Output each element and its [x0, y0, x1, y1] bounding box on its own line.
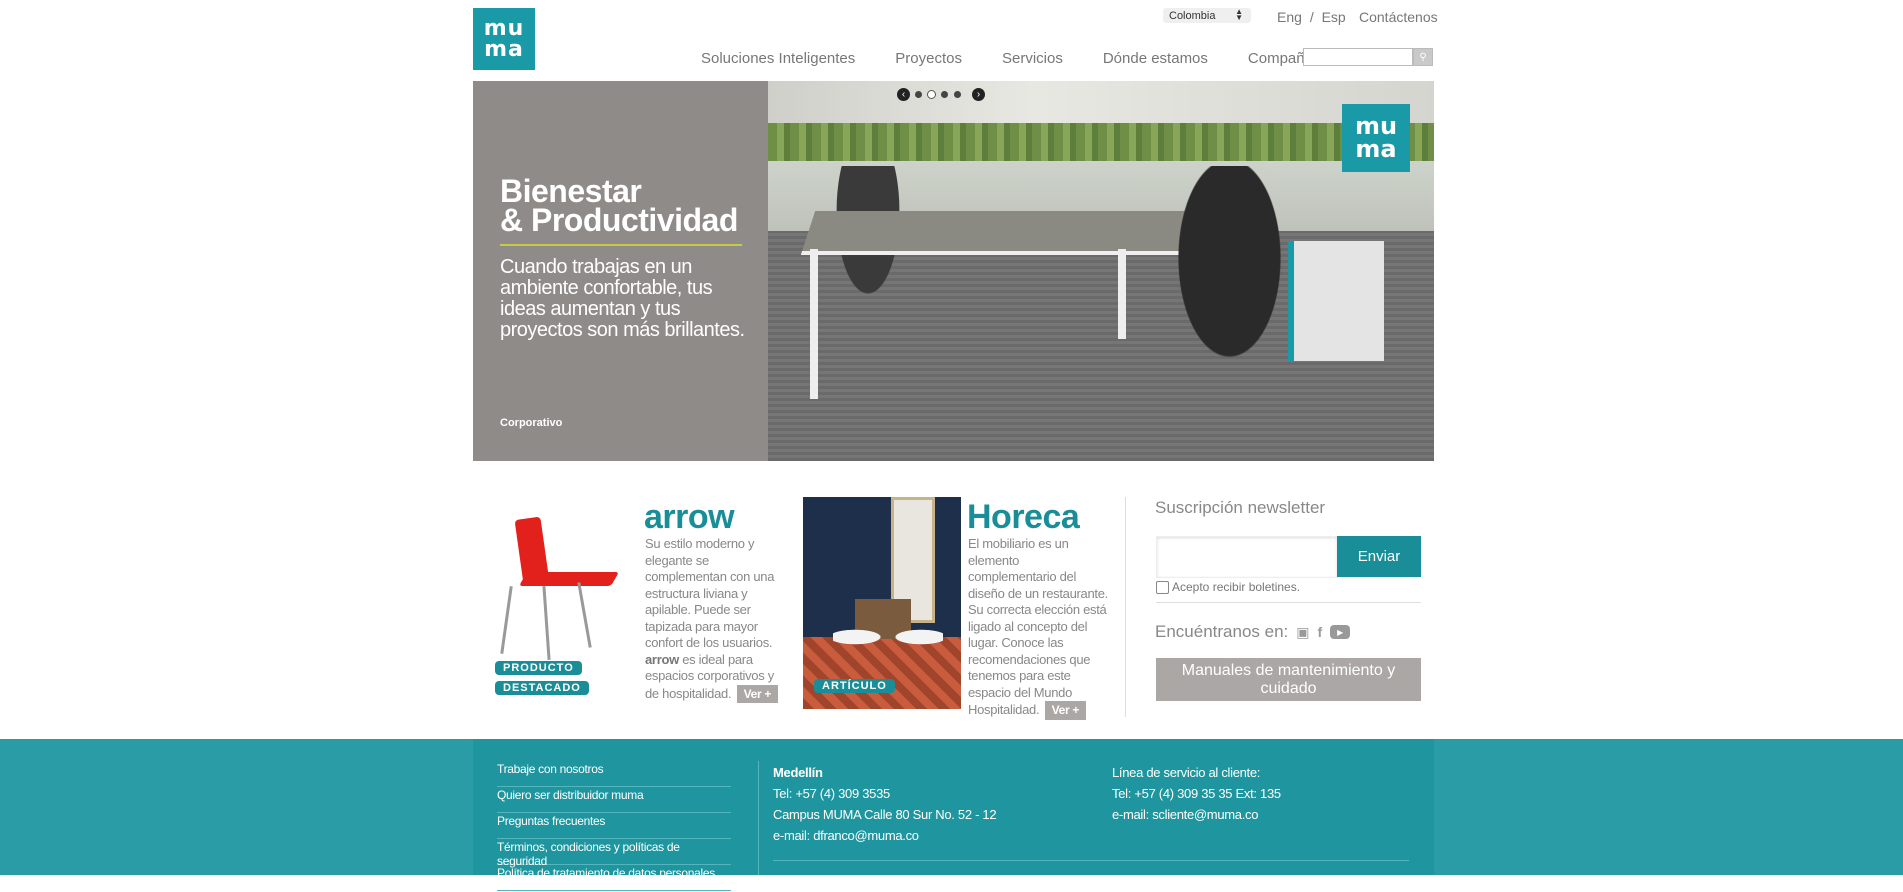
newsletter-consent-label: Acepto recibir boletines.: [1172, 580, 1301, 594]
hero-brand-logo: mu ma: [1342, 104, 1410, 172]
slider-next-icon[interactable]: ›: [972, 88, 985, 101]
image-hedge: [768, 123, 1434, 161]
product-desc-bold: arrow: [645, 651, 679, 667]
newsletter-divider: [1156, 602, 1421, 603]
muma-logo[interactable]: mu ma: [473, 8, 535, 70]
lang-eng-link[interactable]: Eng: [1277, 9, 1302, 25]
nav-item-soluciones[interactable]: Soluciones Inteligentes: [701, 50, 855, 67]
language-switcher: Eng / Esp: [1277, 9, 1346, 25]
youtube-icon[interactable]: ▶: [1330, 625, 1351, 639]
slider-controls: ‹ ›: [897, 88, 985, 101]
footer-divider: [758, 761, 759, 875]
nav-item-servicios[interactable]: Servicios: [1002, 50, 1063, 67]
newsletter-title: Suscripción newsletter: [1155, 498, 1326, 517]
slider-prev-icon[interactable]: ‹: [897, 88, 910, 101]
badge-destacado: DESTACADO: [495, 681, 589, 695]
newsletter-consent: Acepto recibir boletines.: [1156, 580, 1300, 594]
footer-office: Medellín Tel: +57 (4) 309 3535 Campus MU…: [773, 762, 997, 846]
service-tel: Tel: +57 (4) 309 35 35 Ext: 135: [1112, 786, 1281, 801]
service-email[interactable]: e-mail: scliente@muma.co: [1112, 804, 1281, 825]
hero-category-link[interactable]: Corporativo: [500, 417, 562, 429]
footer-hline: [773, 860, 1409, 861]
footer-link-terminos[interactable]: Términos, condiciones y políticas de seg…: [497, 840, 731, 868]
slider-dot-active[interactable]: [927, 90, 936, 99]
product-desc-text: Su estilo moderno y elegante se compleme…: [645, 536, 775, 650]
office-address: Campus MUMA Calle 80 Sur No. 52 - 12: [773, 807, 997, 822]
badge-articulo: ARTÍCULO: [814, 679, 895, 693]
hero-title-line2: & Productividad: [500, 202, 738, 238]
footer-link-faq[interactable]: Preguntas frecuentes: [497, 814, 731, 839]
article-more-button[interactable]: Ver +: [1044, 701, 1087, 720]
slider-dot[interactable]: [953, 90, 962, 99]
image-chair: [1158, 166, 1288, 396]
country-select-value: Colombia: [1169, 9, 1216, 22]
image-desk-leg: [1118, 249, 1126, 339]
office-tel: Tel: +57 (4) 309 3535: [773, 786, 890, 801]
social-links: Encuéntranos en: ▣ f ▶: [1155, 622, 1351, 642]
featured-product-description: Su estilo moderno y elegante se compleme…: [645, 536, 785, 703]
hero-text-panel: Bienestar & Productividad Cuando trabaja…: [473, 81, 768, 461]
image-desk-leg: [810, 249, 818, 399]
product-more-button[interactable]: Ver +: [736, 684, 779, 703]
search-input[interactable]: [1303, 48, 1413, 66]
instagram-icon[interactable]: ▣: [1296, 624, 1309, 641]
select-arrows-icon: ▲ ▼: [1235, 7, 1243, 22]
nav-item-donde-estamos[interactable]: Dónde estamos: [1103, 50, 1208, 67]
hero-logo-bottom: ma: [1355, 135, 1397, 163]
article-description: El mobiliario es un elemento complementa…: [968, 536, 1110, 720]
logo-text-bottom: ma: [484, 37, 524, 62]
article-desc-text: El mobiliario es un elemento complementa…: [968, 536, 1108, 717]
footer-link-distribuidor[interactable]: Quiero ser distribuidor muma: [497, 788, 731, 813]
manuals-button[interactable]: Manuales de mantenimiento y cuidado: [1156, 658, 1421, 701]
footer: Trabaje con nosotros Quiero ser distribu…: [473, 739, 1434, 891]
newsletter-email-input[interactable]: [1156, 536, 1338, 578]
newsletter-consent-checkbox[interactable]: [1156, 580, 1169, 594]
hero-description: Cuando trabajas en un ambiente confortab…: [500, 256, 745, 341]
office-city: Medellín: [773, 765, 823, 780]
slider-dot[interactable]: [914, 90, 923, 99]
footer-link-datos[interactable]: Política de tratamiento de datos persona…: [497, 866, 731, 891]
logo-text-top: mu: [483, 16, 525, 41]
slider-dot[interactable]: [940, 90, 949, 99]
chair-leg: [542, 585, 551, 661]
newsletter-submit-button[interactable]: Enviar: [1337, 536, 1421, 577]
main-nav: Soluciones Inteligentes Proyectos Servic…: [701, 50, 1357, 67]
search-icon: ⚲: [1419, 51, 1427, 63]
chair-leg: [500, 586, 513, 654]
footer-customer-service: Línea de servicio al cliente: Tel: +57 (…: [1112, 762, 1281, 825]
image-chairs: [833, 612, 943, 662]
chair-leg: [577, 582, 592, 648]
social-label: Encuéntranos en:: [1155, 622, 1289, 641]
search-form: ⚲: [1303, 48, 1434, 66]
footer-links: Trabaje con nosotros Quiero ser distribu…: [497, 762, 731, 892]
country-select[interactable]: Colombia ▲ ▼: [1163, 8, 1251, 23]
service-title: Línea de servicio al cliente:: [1112, 765, 1261, 780]
facebook-icon[interactable]: f: [1318, 624, 1323, 640]
image-cabinet: [1288, 241, 1384, 361]
hero-slider: Bienestar & Productividad Cuando trabaja…: [473, 81, 1434, 461]
section-divider: [1125, 497, 1126, 717]
footer-link-trabaje[interactable]: Trabaje con nosotros: [497, 762, 731, 787]
badge-producto: PRODUCTO: [495, 661, 582, 675]
contact-link[interactable]: Contáctenos: [1359, 9, 1438, 25]
article-image[interactable]: [803, 497, 961, 709]
chair-seat: [518, 572, 620, 586]
hero-title: Bienestar & Productividad: [500, 175, 738, 238]
hero-divider: [500, 244, 742, 246]
featured-product-image[interactable]: [493, 500, 628, 665]
lang-separator: /: [1309, 9, 1314, 25]
featured-product-title[interactable]: arrow: [644, 498, 735, 537]
hero-office-image[interactable]: [768, 81, 1434, 461]
lang-esp-link[interactable]: Esp: [1322, 9, 1346, 25]
office-email[interactable]: e-mail: dfranco@muma.co: [773, 825, 996, 846]
article-title[interactable]: Horeca: [967, 498, 1080, 537]
search-button[interactable]: ⚲: [1413, 48, 1433, 66]
nav-item-proyectos[interactable]: Proyectos: [895, 50, 962, 67]
